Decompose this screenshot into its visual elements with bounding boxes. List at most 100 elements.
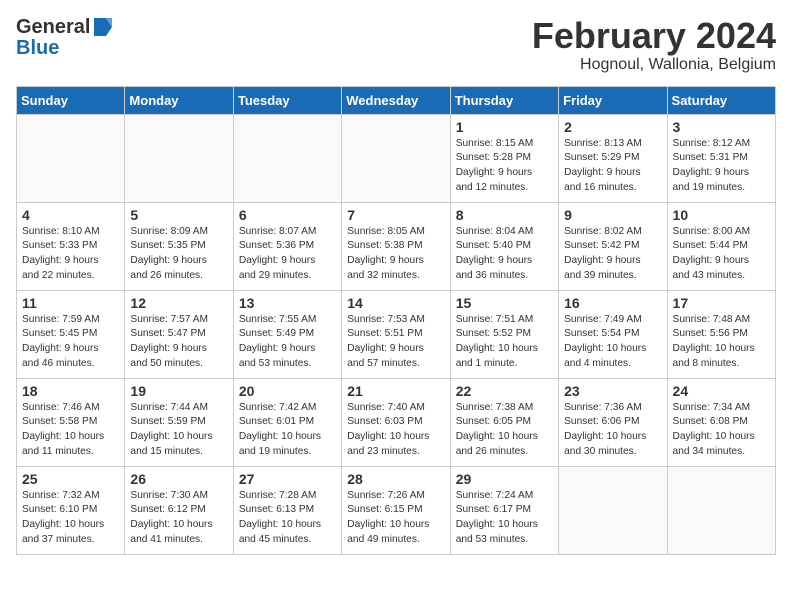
calendar-day-cell: 25Sunrise: 7:32 AMSunset: 6:10 PMDayligh… [17,466,125,554]
calendar-day-cell: 6 Sunrise: 8:07 AMSunset: 5:36 PMDaylight… [233,202,341,290]
calendar-day-header: Friday [559,86,667,114]
day-number: 11 [22,295,119,311]
day-info: Sunrise: 8:13 AMSunset: 5:29 PMDaylight:… [564,137,661,196]
calendar-day-cell: 19 Sunrise: 7:44 AMSunset: 5:59 PMDayligh… [125,378,233,466]
calendar-day-cell: 1 Sunrise: 8:15 AMSunset: 5:28 PMDaylight… [450,114,558,202]
calendar-day-cell: 2Sunrise: 8:13 AMSunset: 5:29 PMDaylight… [559,114,667,202]
calendar-day-header: Thursday [450,86,558,114]
day-number: 1 [456,119,553,135]
day-info: Sunrise: 7:51 AMSunset: 5:52 PMDaylight:… [456,313,553,372]
day-number: 13 [239,295,336,311]
day-number: 21 [347,383,444,399]
calendar-day-cell: 28 Sunrise: 7:26 AMSunset: 6:15 PMDayligh… [342,466,450,554]
day-info: Sunrise: 8:09 AMSunset: 5:35 PMDaylight:… [130,225,227,284]
calendar-day-cell: 27 Sunrise: 7:28 AMSunset: 6:13 PMDayligh… [233,466,341,554]
page-header: General Blue February 2024 Hognoul, Wall… [16,16,776,74]
calendar-day-cell: 18 Sunrise: 7:46 AMSunset: 5:58 PMDayligh… [17,378,125,466]
calendar-week-row: 1 Sunrise: 8:15 AMSunset: 5:28 PMDaylight… [17,114,776,202]
day-number: 15 [456,295,553,311]
day-number: 14 [347,295,444,311]
day-number: 24 [673,383,770,399]
logo-general-text: General [16,17,90,37]
day-number: 16 [564,295,661,311]
day-number: 19 [130,383,227,399]
day-number: 9 [564,207,661,223]
calendar-day-cell: 26 Sunrise: 7:30 AMSunset: 6:12 PMDayligh… [125,466,233,554]
calendar-day-cell: 5 Sunrise: 8:09 AMSunset: 5:35 PMDaylight… [125,202,233,290]
day-number: 22 [456,383,553,399]
day-number: 17 [673,295,770,311]
day-number: 29 [456,471,553,487]
calendar-day-cell: 24 Sunrise: 7:34 AMSunset: 6:08 PMDayligh… [667,378,775,466]
day-number: 23 [564,383,661,399]
day-info: Sunrise: 8:12 AMSunset: 5:31 PMDaylight:… [673,137,770,196]
day-number: 28 [347,471,444,487]
calendar-day-cell: 9 Sunrise: 8:02 AMSunset: 5:42 PMDaylight… [559,202,667,290]
calendar-day-cell: 29 Sunrise: 7:24 AMSunset: 6:17 PMDayligh… [450,466,558,554]
calendar-day-cell [125,114,233,202]
day-info: Sunrise: 7:59 AMSunset: 5:45 PMDaylight:… [22,313,119,372]
day-info: Sunrise: 7:46 AMSunset: 5:58 PMDaylight:… [22,401,119,460]
day-info: Sunrise: 7:26 AMSunset: 6:15 PMDaylight:… [347,489,444,548]
calendar-day-cell: 23 Sunrise: 7:36 AMSunset: 6:06 PMDayligh… [559,378,667,466]
day-info: Sunrise: 7:48 AMSunset: 5:56 PMDaylight:… [673,313,770,372]
calendar-day-cell: 17 Sunrise: 7:48 AMSunset: 5:56 PMDayligh… [667,290,775,378]
month-year-title: February 2024 [532,16,776,56]
calendar-day-header: Wednesday [342,86,450,114]
calendar-day-cell [17,114,125,202]
day-info: Sunrise: 7:36 AMSunset: 6:06 PMDaylight:… [564,401,661,460]
calendar-day-cell: 3 Sunrise: 8:12 AMSunset: 5:31 PMDaylight… [667,114,775,202]
calendar-day-cell [342,114,450,202]
calendar-day-cell: 16Sunrise: 7:49 AMSunset: 5:54 PMDayligh… [559,290,667,378]
day-number: 6 [239,207,336,223]
day-info: Sunrise: 8:15 AMSunset: 5:28 PMDaylight:… [456,137,553,196]
day-info: Sunrise: 7:44 AMSunset: 5:59 PMDaylight:… [130,401,227,460]
day-info: Sunrise: 7:30 AMSunset: 6:12 PMDaylight:… [130,489,227,548]
day-info: Sunrise: 8:00 AMSunset: 5:44 PMDaylight:… [673,225,770,284]
day-number: 27 [239,471,336,487]
day-number: 8 [456,207,553,223]
calendar-day-cell: 20Sunrise: 7:42 AMSunset: 6:01 PMDayligh… [233,378,341,466]
day-info: Sunrise: 8:02 AMSunset: 5:42 PMDaylight:… [564,225,661,284]
calendar-day-cell: 21 Sunrise: 7:40 AMSunset: 6:03 PMDayligh… [342,378,450,466]
day-info: Sunrise: 8:04 AMSunset: 5:40 PMDaylight:… [456,225,553,284]
day-number: 3 [673,119,770,135]
location-text: Hognoul, Wallonia, Belgium [532,56,776,74]
day-number: 12 [130,295,227,311]
day-info: Sunrise: 7:57 AMSunset: 5:47 PMDaylight:… [130,313,227,372]
calendar-day-cell: 13Sunrise: 7:55 AMSunset: 5:49 PMDayligh… [233,290,341,378]
logo-blue-text: Blue [16,38,59,58]
day-info: Sunrise: 7:34 AMSunset: 6:08 PMDaylight:… [673,401,770,460]
calendar-day-cell: 11 Sunrise: 7:59 AMSunset: 5:45 PMDayligh… [17,290,125,378]
day-info: Sunrise: 7:53 AMSunset: 5:51 PMDaylight:… [347,313,444,372]
calendar-day-cell: 14 Sunrise: 7:53 AMSunset: 5:51 PMDayligh… [342,290,450,378]
day-number: 26 [130,471,227,487]
day-number: 18 [22,383,119,399]
calendar-table: SundayMondayTuesdayWednesdayThursdayFrid… [16,86,776,555]
calendar-day-cell [559,466,667,554]
day-info: Sunrise: 8:10 AMSunset: 5:33 PMDaylight:… [22,225,119,284]
calendar-day-cell: 4Sunrise: 8:10 AMSunset: 5:33 PMDaylight… [17,202,125,290]
day-info: Sunrise: 7:38 AMSunset: 6:05 PMDaylight:… [456,401,553,460]
day-info: Sunrise: 8:05 AMSunset: 5:38 PMDaylight:… [347,225,444,284]
calendar-day-cell: 22 Sunrise: 7:38 AMSunset: 6:05 PMDayligh… [450,378,558,466]
calendar-header-row: SundayMondayTuesdayWednesdayThursdayFrid… [17,86,776,114]
calendar-week-row: 25Sunrise: 7:32 AMSunset: 6:10 PMDayligh… [17,466,776,554]
calendar-day-cell: 7 Sunrise: 8:05 AMSunset: 5:38 PMDaylight… [342,202,450,290]
day-info: Sunrise: 7:40 AMSunset: 6:03 PMDaylight:… [347,401,444,460]
logo: General Blue [16,16,114,58]
title-section: February 2024 Hognoul, Wallonia, Belgium [532,16,776,74]
calendar-day-header: Tuesday [233,86,341,114]
day-info: Sunrise: 7:28 AMSunset: 6:13 PMDaylight:… [239,489,336,548]
day-number: 7 [347,207,444,223]
day-number: 20 [239,383,336,399]
calendar-day-header: Monday [125,86,233,114]
calendar-week-row: 4Sunrise: 8:10 AMSunset: 5:33 PMDaylight… [17,202,776,290]
calendar-day-cell: 15 Sunrise: 7:51 AMSunset: 5:52 PMDayligh… [450,290,558,378]
calendar-day-cell [233,114,341,202]
day-info: Sunrise: 7:24 AMSunset: 6:17 PMDaylight:… [456,489,553,548]
day-number: 25 [22,471,119,487]
day-info: Sunrise: 8:07 AMSunset: 5:36 PMDaylight:… [239,225,336,284]
calendar-day-cell [667,466,775,554]
day-number: 5 [130,207,227,223]
